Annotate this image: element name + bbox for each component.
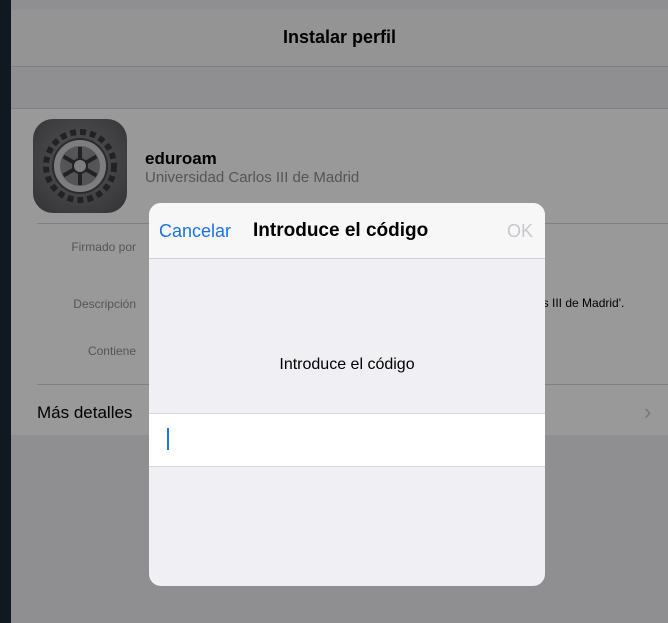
- dialog-header: Cancelar Introduce el código OK: [149, 203, 545, 259]
- passcode-input[interactable]: [149, 413, 545, 467]
- dialog-title: Introduce el código: [253, 220, 429, 241]
- passcode-dialog: Cancelar Introduce el código OK Introduc…: [149, 203, 545, 586]
- cancel-button[interactable]: Cancelar: [159, 221, 231, 242]
- text-cursor: [167, 428, 169, 450]
- ok-button[interactable]: OK: [507, 221, 533, 242]
- passcode-prompt: Introduce el código: [279, 356, 415, 373]
